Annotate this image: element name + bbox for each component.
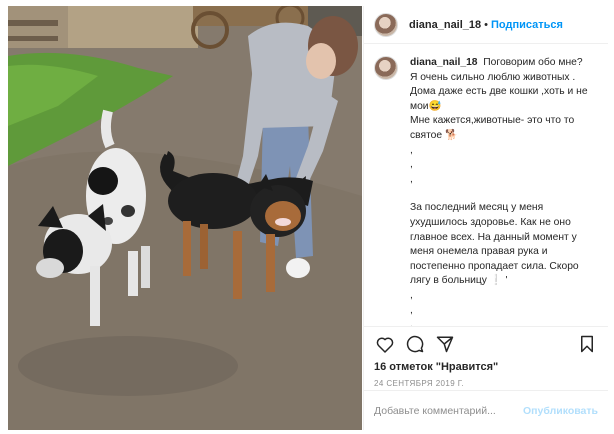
- caption-block: diana_nail_18 Поговорим обо мне? Я очень …: [364, 44, 608, 327]
- caption-line: постепенно пропадает сила. Скоро: [410, 260, 579, 272]
- follow-button[interactable]: Подписаться: [491, 19, 563, 31]
- caption-line: ,: [410, 289, 413, 301]
- post-photo[interactable]: [8, 6, 362, 430]
- caption-line: главное всех. На данный момент у: [410, 231, 577, 243]
- bookmark-icon[interactable]: [576, 333, 598, 355]
- caption-line: святое 🐕: [410, 129, 458, 141]
- caption-line: ,: [410, 173, 413, 185]
- caption-line: меня онемела правая рука и: [410, 246, 548, 258]
- caption-line: ухудшилось здоровье. Как не оно: [410, 216, 571, 228]
- post-sidebar: diana_nail_18 • Подписаться diana_nail_1…: [363, 6, 608, 430]
- comment-input[interactable]: [374, 404, 524, 417]
- post-date: 24 СЕНТЯБРЯ 2019 Г.: [374, 379, 465, 388]
- comment-icon[interactable]: [404, 333, 426, 355]
- caption-line: ,: [410, 144, 413, 156]
- caption-line: За последний месяц у меня: [410, 202, 544, 214]
- post-header: diana_nail_18 • Подписаться: [364, 6, 608, 44]
- separator-dot: •: [484, 18, 489, 31]
- caption-line: мои😅: [410, 100, 442, 112]
- caption-line: лягу в больницу ❕ ': [410, 275, 508, 287]
- share-icon[interactable]: [434, 333, 456, 355]
- avatar[interactable]: [374, 12, 398, 37]
- caption-line: Поговорим обо мне?: [480, 57, 583, 68]
- caption-line: Я очень сильно люблю животных .: [410, 71, 576, 83]
- publish-button[interactable]: Опубликовать: [523, 405, 598, 417]
- heart-icon[interactable]: [374, 333, 396, 355]
- caption-line: ,: [410, 304, 413, 316]
- caption-line: ,: [410, 159, 413, 171]
- caption-text: diana_nail_18 Поговорим обо мне? Я очень …: [410, 56, 598, 326]
- likes-count[interactable]: 16 отметок "Нравится": [364, 357, 608, 373]
- username-link[interactable]: diana_nail_18: [409, 19, 481, 31]
- caption-avatar[interactable]: [374, 56, 398, 80]
- caption-username[interactable]: diana_nail_18: [410, 57, 478, 68]
- caption-line: ,: [410, 319, 413, 327]
- caption-line: Дома даже есть две кошки ,хоть и не: [410, 86, 588, 98]
- action-bar: [364, 331, 608, 357]
- caption-gap: [410, 187, 598, 201]
- comment-bar: Опубликовать: [364, 390, 608, 430]
- caption-line: Мне кажется,животные- это что то: [410, 115, 575, 127]
- dogs-photo-illustration: [8, 6, 362, 430]
